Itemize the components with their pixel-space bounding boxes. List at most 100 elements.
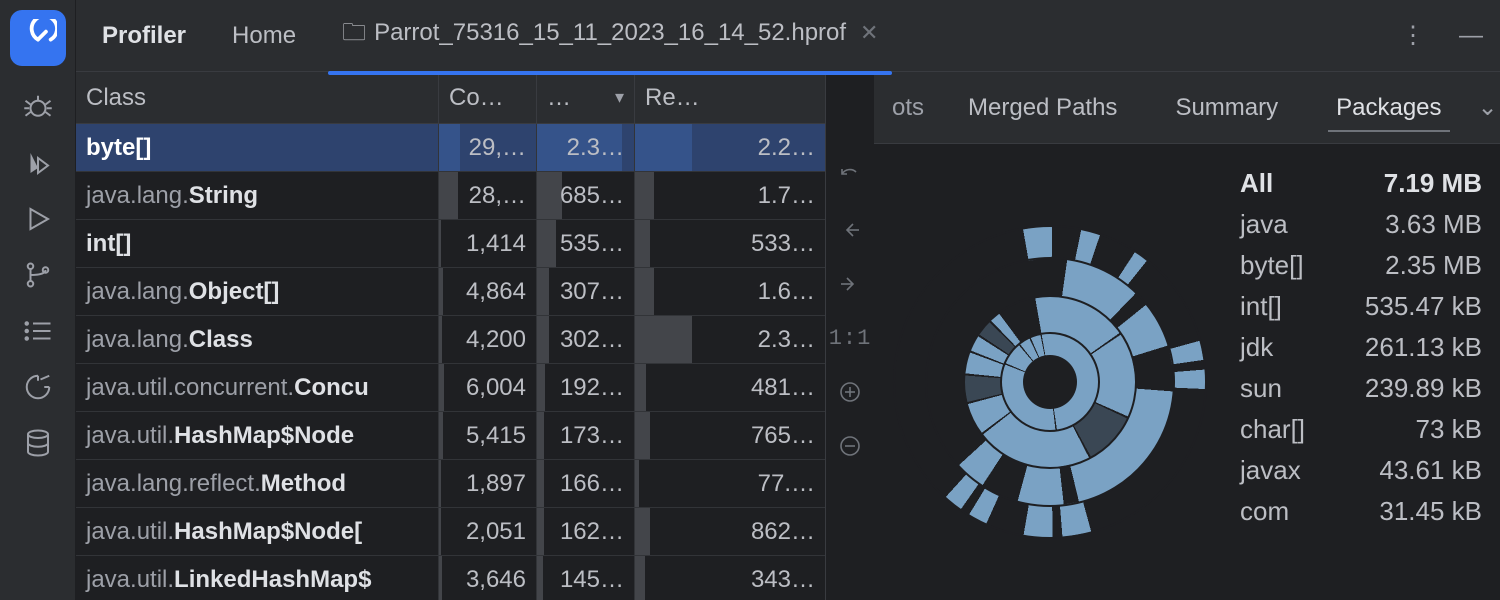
cell-value: 4,200 <box>439 316 537 363</box>
tab-truncated[interactable]: ots <box>884 76 932 140</box>
table-row[interactable]: int[]1,414535…533… <box>76 220 825 268</box>
table-row[interactable]: java.lang.String28,…685…1.7… <box>76 172 825 220</box>
cell-value: 5,415 <box>439 412 537 459</box>
cell-value: 29,… <box>439 124 537 171</box>
zoom-actual-size[interactable]: 1:1 <box>836 324 864 352</box>
col-retained[interactable]: Re… <box>635 72 825 123</box>
package-row[interactable]: javax 43.61 kB <box>1240 455 1482 486</box>
cell-value: 862… <box>635 508 825 555</box>
sunburst-chart[interactable] <box>880 164 1220 600</box>
close-icon[interactable]: ✕ <box>860 20 878 45</box>
col-class[interactable]: Class <box>76 72 439 123</box>
package-name: int[] <box>1240 291 1282 322</box>
package-size: 3.63 MB <box>1385 209 1482 240</box>
app-profiler-icon[interactable] <box>10 10 66 66</box>
cell-value: 343… <box>635 556 825 600</box>
package-name: javax <box>1240 455 1301 486</box>
package-size: 239.89 kB <box>1365 373 1482 404</box>
cell-class: int[] <box>76 220 439 267</box>
package-row[interactable]: char[] 73 kB <box>1240 414 1482 445</box>
minimize-icon[interactable]: — <box>1454 22 1488 50</box>
tab-packages[interactable]: Packages <box>1328 76 1449 140</box>
cell-value: 3,646 <box>439 556 537 600</box>
package-size: 535.47 kB <box>1365 291 1482 322</box>
kebab-menu-icon[interactable]: ⋮ <box>1396 21 1430 50</box>
forward-icon[interactable] <box>836 270 864 298</box>
undo-icon[interactable] <box>836 162 864 190</box>
package-size: 2.35 MB <box>1385 250 1482 281</box>
tab-summary[interactable]: Summary <box>1167 76 1286 140</box>
right-tabs: ots Merged Paths Summary Packages ⌄ <box>874 72 1500 144</box>
play-icon[interactable] <box>23 204 53 234</box>
cell-value: 2.3… <box>635 316 825 363</box>
table-row[interactable]: java.lang.Class4,200302…2.3… <box>76 316 825 364</box>
cell-class: java.lang.Class <box>76 316 439 363</box>
cell-value: 6,004 <box>439 364 537 411</box>
cell-value: 2.2… <box>635 124 825 171</box>
table-row[interactable]: byte[]29,…2.3…2.2… <box>76 124 825 172</box>
col-shallow[interactable]: …▾ <box>537 72 635 123</box>
table-row[interactable]: java.util.concurrent.Concu6,004192…481… <box>76 364 825 412</box>
branch-icon[interactable] <box>23 260 53 290</box>
top-tab-2[interactable]: 🗀Parrot_75316_15_11_2023_16_14_52.hprof✕ <box>328 0 892 74</box>
tab-merged-paths[interactable]: Merged Paths <box>960 76 1125 140</box>
cell-value: 2,051 <box>439 508 537 555</box>
table-header-row: Class Co… …▾ Re… <box>76 72 825 124</box>
table-row[interactable]: java.util.LinkedHashMap$3,646145…343… <box>76 556 825 600</box>
cell-value: 1.7… <box>635 172 825 219</box>
cell-value: 145… <box>537 556 635 600</box>
package-size: 7.19 MB <box>1384 168 1482 199</box>
cell-value: 307… <box>537 268 635 315</box>
view-tools: 1:1 <box>826 72 874 600</box>
package-row[interactable]: sun239.89 kB <box>1240 373 1482 404</box>
zoom-out-icon[interactable] <box>836 432 864 460</box>
package-size: 43.61 kB <box>1379 455 1482 486</box>
table-row[interactable]: java.util.HashMap$Node[2,051162…862… <box>76 508 825 556</box>
class-table: Class Co… …▾ Re… byte[]29,…2.3…2.2…java.… <box>76 72 826 600</box>
cell-value: 685… <box>537 172 635 219</box>
table-row[interactable]: java.util.HashMap$Node5,415173…765… <box>76 412 825 460</box>
cell-class: java.util.HashMap$Node <box>76 412 439 459</box>
top-tab-0[interactable]: Profiler <box>88 4 200 68</box>
cell-value: 2.3… <box>537 124 635 171</box>
chevron-down-icon[interactable]: ⌄ <box>1478 93 1500 122</box>
back-icon[interactable] <box>836 216 864 244</box>
main-area: Profiler Home 🗀Parrot_75316_15_11_2023_16_… <box>76 0 1500 600</box>
cell-value: 533… <box>635 220 825 267</box>
top-tab-1[interactable]: Home <box>218 4 310 68</box>
top-bar: Profiler Home 🗀Parrot_75316_15_11_2023_16_… <box>76 0 1500 72</box>
package-row[interactable]: java 3.63 MB <box>1240 209 1482 240</box>
package-name: char[] <box>1240 414 1305 445</box>
cell-class: java.util.concurrent.Concu <box>76 364 439 411</box>
package-size: 261.13 kB <box>1365 332 1482 363</box>
package-row[interactable]: jdk261.13 kB <box>1240 332 1482 363</box>
cell-class: java.util.LinkedHashMap$ <box>76 556 439 600</box>
chevron-down-icon: ▾ <box>615 87 624 108</box>
run-debug-icon[interactable] <box>23 148 53 178</box>
cell-value: 302… <box>537 316 635 363</box>
table-row[interactable]: java.lang.reflect.Method1,897166…77.… <box>76 460 825 508</box>
package-name: All <box>1240 168 1273 199</box>
package-name: com <box>1240 496 1289 527</box>
cell-value: 1,414 <box>439 220 537 267</box>
bug-icon[interactable] <box>23 92 53 122</box>
tab-label: Profiler <box>102 22 186 49</box>
cell-value: 166… <box>537 460 635 507</box>
folder-icon: 🗀 <box>342 19 366 46</box>
package-row[interactable]: com31.45 kB <box>1240 496 1482 527</box>
right-panel: ots Merged Paths Summary Packages ⌄ All 7.1… <box>874 72 1500 600</box>
zoom-in-icon[interactable] <box>836 378 864 406</box>
database-icon[interactable] <box>23 428 53 458</box>
col-count[interactable]: Co… <box>439 72 537 123</box>
package-name: java <box>1240 209 1288 240</box>
left-sidebar <box>0 0 76 600</box>
target-icon[interactable] <box>23 372 53 402</box>
package-row[interactable]: byte[]2.35 MB <box>1240 250 1482 281</box>
package-row[interactable]: All 7.19 MB <box>1240 168 1482 199</box>
package-row[interactable]: int[] 535.47 kB <box>1240 291 1482 322</box>
list-icon[interactable] <box>23 316 53 346</box>
cell-class: byte[] <box>76 124 439 171</box>
table-row[interactable]: java.lang.Object[]4,864307…1.6… <box>76 268 825 316</box>
package-size: 73 kB <box>1416 414 1483 445</box>
cell-class: java.lang.Object[] <box>76 268 439 315</box>
